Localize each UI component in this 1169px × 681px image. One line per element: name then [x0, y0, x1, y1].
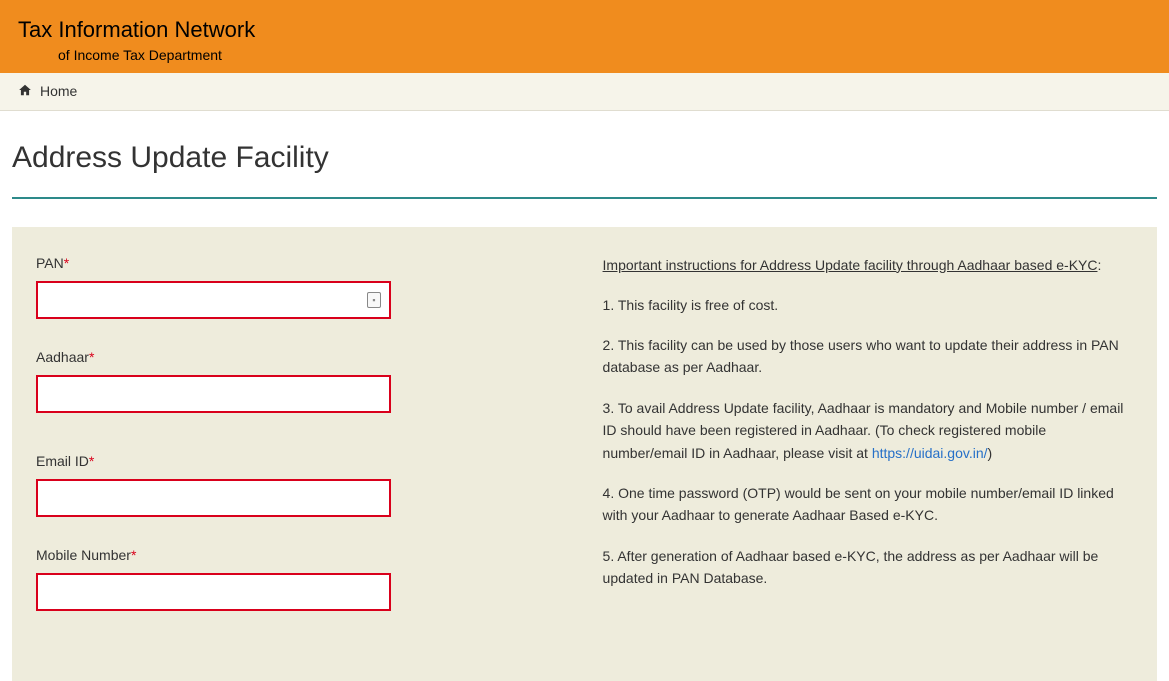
main-panel: PAN* ▪ Aadhaar* Email ID* — [12, 227, 1157, 681]
info-p3-text-a: 3. To avail Address Update facility, Aad… — [603, 400, 1124, 461]
info-heading: Important instructions for Address Updat… — [603, 257, 1098, 273]
pan-input[interactable] — [36, 281, 391, 319]
contact-card-icon: ▪ — [367, 292, 381, 308]
pan-group: PAN* ▪ — [36, 255, 563, 319]
info-heading-line: Important instructions for Address Updat… — [603, 255, 1133, 276]
info-p5: 5. After generation of Aadhaar based e-K… — [603, 545, 1133, 590]
breadcrumb-home[interactable]: Home — [40, 83, 77, 99]
required-marker: * — [64, 255, 69, 271]
breadcrumb: Home — [0, 73, 1169, 111]
aadhaar-label: Aadhaar* — [36, 349, 563, 365]
mobile-label: Mobile Number* — [36, 547, 563, 563]
aadhaar-input[interactable] — [36, 375, 391, 413]
email-group: Email ID* — [36, 453, 563, 517]
page-content: Address Update Facility PAN* ▪ Aadhaar* — [0, 141, 1169, 681]
required-marker: * — [89, 453, 94, 469]
page-title: Address Update Facility — [12, 141, 1157, 175]
email-input[interactable] — [36, 479, 391, 517]
info-p3-text-b: ) — [988, 445, 993, 461]
info-p2: 2. This facility can be used by those us… — [603, 334, 1133, 379]
mobile-label-text: Mobile Number — [36, 547, 131, 563]
pan-input-wrap: ▪ — [36, 281, 391, 319]
site-header: Tax Information Network of Income Tax De… — [0, 0, 1169, 73]
info-p1: 1. This facility is free of cost. — [603, 294, 1133, 316]
info-colon: : — [1097, 257, 1101, 273]
email-label-text: Email ID — [36, 453, 89, 469]
aadhaar-group: Aadhaar* — [36, 349, 563, 413]
uidai-link[interactable]: https://uidai.gov.in/ — [872, 445, 988, 461]
pan-label-text: PAN — [36, 255, 64, 271]
pan-label: PAN* — [36, 255, 563, 271]
required-marker: * — [89, 349, 94, 365]
info-p4: 4. One time password (OTP) would be sent… — [603, 482, 1133, 527]
info-column: Important instructions for Address Updat… — [603, 255, 1133, 641]
site-subtitle: of Income Tax Department — [58, 47, 1151, 63]
divider — [12, 197, 1157, 199]
email-label: Email ID* — [36, 453, 563, 469]
home-icon[interactable] — [18, 83, 32, 100]
aadhaar-label-text: Aadhaar — [36, 349, 89, 365]
mobile-input[interactable] — [36, 573, 391, 611]
mobile-group: Mobile Number* — [36, 547, 563, 611]
site-title: Tax Information Network — [18, 16, 1151, 45]
info-p3: 3. To avail Address Update facility, Aad… — [603, 397, 1133, 464]
form-column: PAN* ▪ Aadhaar* Email ID* — [36, 255, 563, 641]
required-marker: * — [131, 547, 136, 563]
